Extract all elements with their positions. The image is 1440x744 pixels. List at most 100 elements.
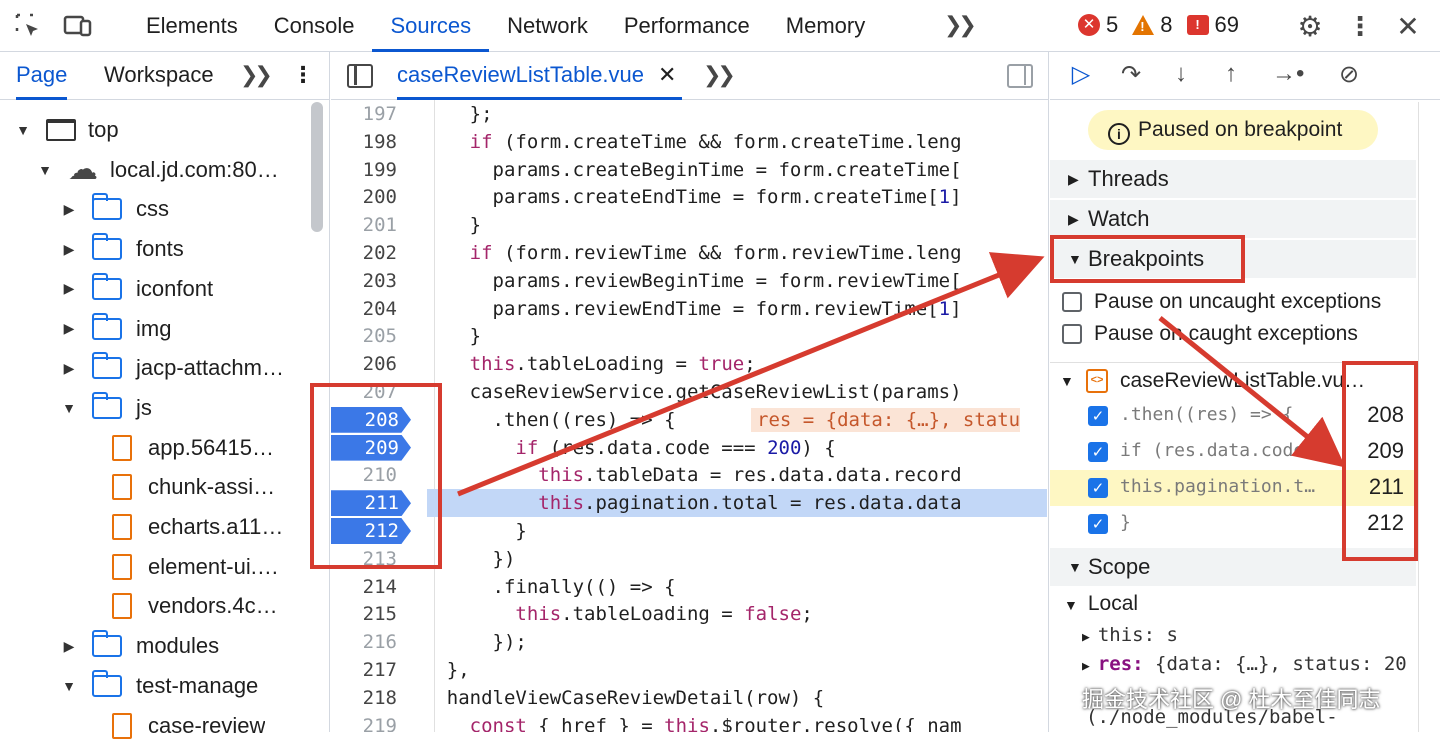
code-line[interactable]: }); [401, 628, 527, 656]
inline-value-hint: res = {data: {…}, statu [751, 407, 1021, 432]
code-line[interactable]: caseReviewService.getCaseReviewList(para… [401, 378, 962, 406]
scope-res-key: res: [1097, 653, 1144, 675]
tree-item[interactable]: ▶ css [62, 191, 169, 227]
gear-icon[interactable]: ⚙ [1294, 10, 1326, 42]
code-line[interactable]: .then((res) => { [401, 406, 676, 434]
scope-var-this[interactable]: ▶ this: s [1082, 624, 1178, 646]
tree-item[interactable]: app.56415… [112, 430, 274, 466]
expand-icon[interactable]: ▶ [62, 360, 76, 377]
code-line[interactable]: this.tableLoading = true; [401, 350, 756, 378]
tab-console[interactable]: Console [256, 0, 373, 52]
expand-icon[interactable]: ▶ [62, 280, 76, 297]
code-line[interactable]: params.createEndTime = form.createTime[1… [401, 183, 962, 211]
pause-uncaught-checkbox[interactable] [1062, 292, 1082, 312]
step-icon[interactable]: →• [1272, 60, 1304, 90]
editor-file-tab[interactable]: caseReviewListTable.vue ✕ [397, 52, 683, 100]
code-line[interactable]: if (form.createTime && form.createTime.l… [401, 128, 962, 156]
file-icon [112, 514, 132, 540]
code-line[interactable]: const { href } = this.$router.resolve({ … [401, 712, 962, 732]
breakpoint-file-label: caseReviewListTable.vu… [1120, 369, 1366, 392]
watermark: 掘金技术社区 @ 杜木至佳同志 [1082, 687, 1381, 712]
step-into-icon[interactable]: ↓ [1166, 60, 1196, 90]
collapse-icon[interactable]: ▼ [38, 162, 52, 178]
close-tab-icon[interactable]: ✕ [658, 62, 676, 87]
file-navigator: Page Workspace ❯❯ ⋮ ▼ top ▼ ☁ local.jd.com:8… [0, 52, 330, 739]
collapse-icon[interactable]: ▼ [62, 678, 76, 694]
tree-item[interactable]: chunk-assi… [112, 469, 275, 505]
code-line[interactable]: if (res.data.code === 200) { [401, 434, 835, 462]
tree-item[interactable]: ▶ modules [62, 628, 219, 664]
code-area[interactable]: }; if (form.createTime && form.createTim… [427, 100, 1048, 732]
tree-item[interactable]: ▶ fonts [62, 231, 184, 267]
collapse-icon: ▼ [1064, 597, 1078, 613]
breakpoint-checkbox[interactable]: ✓ [1088, 442, 1108, 462]
inspect-element-icon[interactable] [12, 10, 44, 42]
tree-item[interactable]: case-review [112, 708, 265, 744]
tab-sources[interactable]: Sources [372, 0, 490, 52]
more-tabs-icon[interactable]: ❯❯ [944, 12, 977, 38]
kebab-menu-icon[interactable]: ⋮ [1344, 10, 1376, 42]
code-line[interactable]: params.reviewEndTime = form.reviewTime[1… [401, 295, 962, 323]
tree-item[interactable]: ▼ ☁ local.jd.com:80… [38, 152, 279, 188]
code-line[interactable]: this.pagination.total = res.data.data [401, 489, 961, 517]
tree-item[interactable]: ▶ img [62, 311, 171, 347]
tab-performance[interactable]: Performance [606, 0, 768, 52]
tree-item[interactable]: ▶ iconfont [62, 271, 213, 307]
expand-icon[interactable]: ▶ [62, 201, 76, 218]
deactivate-breakpoints-icon[interactable]: ⊘ [1334, 60, 1364, 90]
breakpoint-checkbox[interactable]: ✓ [1088, 406, 1108, 426]
expand-icon[interactable]: ▶ [62, 241, 76, 258]
breakpoint-checkbox[interactable]: ✓ [1088, 478, 1108, 498]
collapse-icon[interactable]: ▼ [16, 122, 30, 138]
breakpoint-code: .then((res) => { [1120, 404, 1294, 425]
close-icon[interactable]: ✕ [1392, 10, 1424, 42]
collapse-icon[interactable]: ▼ [62, 400, 76, 416]
expand-icon[interactable]: ▶ [62, 638, 76, 655]
tree-item[interactable]: ▼ js [62, 390, 152, 426]
more-files-icon[interactable]: ❯❯ [703, 62, 736, 88]
paused-banner: i Paused on breakpoint [1088, 110, 1378, 150]
code-line[interactable]: params.reviewBeginTime = form.reviewTime… [401, 267, 962, 295]
tab-memory[interactable]: Memory [768, 0, 883, 52]
code-line[interactable]: this.tableLoading = false; [401, 600, 812, 628]
breakpoint-checkbox[interactable]: ✓ [1088, 514, 1108, 534]
code-line[interactable]: params.createBeginTime = form.createTime… [401, 156, 962, 184]
tab-network[interactable]: Network [489, 0, 606, 52]
resume-icon[interactable]: ▷ [1066, 60, 1096, 90]
tree-item[interactable]: ▼ test-manage [62, 668, 258, 704]
tab-elements[interactable]: Elements [128, 0, 256, 52]
code-line[interactable]: .finally(() => { [401, 573, 676, 601]
section-watch[interactable]: ▶ Watch [1050, 200, 1416, 238]
code-line[interactable]: } [401, 211, 481, 239]
scrollbar[interactable] [1418, 102, 1419, 732]
tree-item[interactable]: echarts.a11… [112, 509, 283, 545]
scrollbar[interactable] [311, 102, 323, 232]
issue-counters[interactable]: ✕ 5 ! 8 ! 69 [1078, 12, 1239, 38]
step-out-icon[interactable]: ↑ [1216, 60, 1246, 90]
tree-item[interactable]: ▶ jacp-attachm… [62, 350, 284, 386]
device-toolbar-icon[interactable] [62, 10, 94, 42]
code-line[interactable]: } [401, 322, 481, 350]
expand-icon[interactable]: ▶ [62, 320, 76, 337]
tree-item[interactable]: vendors.4c… [112, 588, 278, 624]
toggle-navigator-icon[interactable] [347, 64, 373, 88]
code-line[interactable]: handleViewCaseReviewDetail(row) { [401, 684, 825, 712]
watch-label: Watch [1088, 206, 1150, 231]
code-line[interactable]: if (form.reviewTime && form.reviewTime.l… [401, 239, 962, 267]
file-icon [112, 474, 132, 501]
step-over-icon[interactable]: ↷ [1116, 60, 1146, 90]
tab-workspace[interactable]: Workspace [104, 52, 214, 100]
tree-item[interactable]: ▼ top [16, 112, 119, 148]
tab-page[interactable]: Page [16, 52, 68, 100]
toggle-debugger-icon[interactable] [1007, 64, 1033, 88]
more-navigator-tabs-icon[interactable]: ❯❯ [240, 52, 273, 100]
code-line[interactable]: this.tableData = res.data.data.record [401, 461, 961, 489]
tree-item[interactable]: element-ui.… [112, 549, 279, 585]
scope-local[interactable]: ▼ Local [1064, 592, 1138, 616]
code-line[interactable]: }, [401, 656, 470, 684]
code-line[interactable]: }; [401, 100, 493, 128]
pause-caught-checkbox[interactable] [1062, 324, 1082, 344]
navigator-menu-icon[interactable]: ⋮ [292, 52, 314, 100]
section-threads[interactable]: ▶ Threads [1050, 160, 1416, 198]
scope-var-res[interactable]: ▶ res: {data: {…}, status: 20 [1082, 653, 1407, 675]
